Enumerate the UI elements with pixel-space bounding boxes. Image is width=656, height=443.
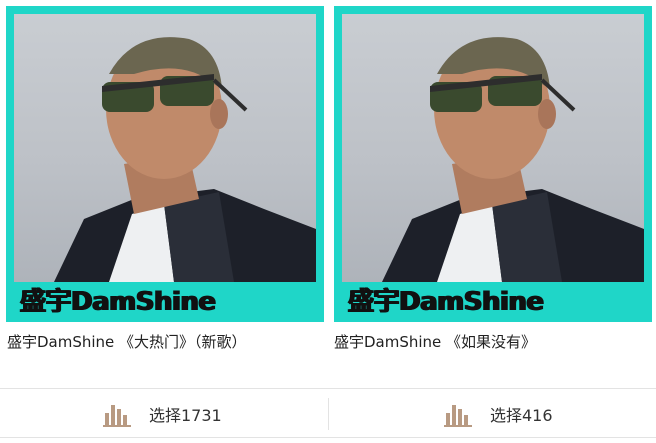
vote-button-1[interactable]: 选择1731 [103,396,222,432]
bar-chart-icon [103,405,131,427]
album-cover[interactable]: 盛宇DamShine [6,6,324,322]
artist-photo [14,14,316,282]
vote-count-label: 选择1731 [149,406,222,425]
song-title[interactable]: 盛宇DamShine 《大热门》（新歌） [7,331,247,352]
song-title[interactable]: 盛宇DamShine 《如果没有》 [334,331,536,352]
bar-chart-icon [444,405,472,427]
artist-photo [342,14,644,282]
vote-count-label: 选择416 [490,406,553,425]
cover-artist-name: 盛宇DamShine [348,287,544,317]
cover-artist-name: 盛宇DamShine [20,287,216,317]
vote-button-2[interactable]: 选择416 [444,396,553,432]
album-cover[interactable]: 盛宇DamShine [334,6,652,322]
vote-divider [328,398,329,430]
